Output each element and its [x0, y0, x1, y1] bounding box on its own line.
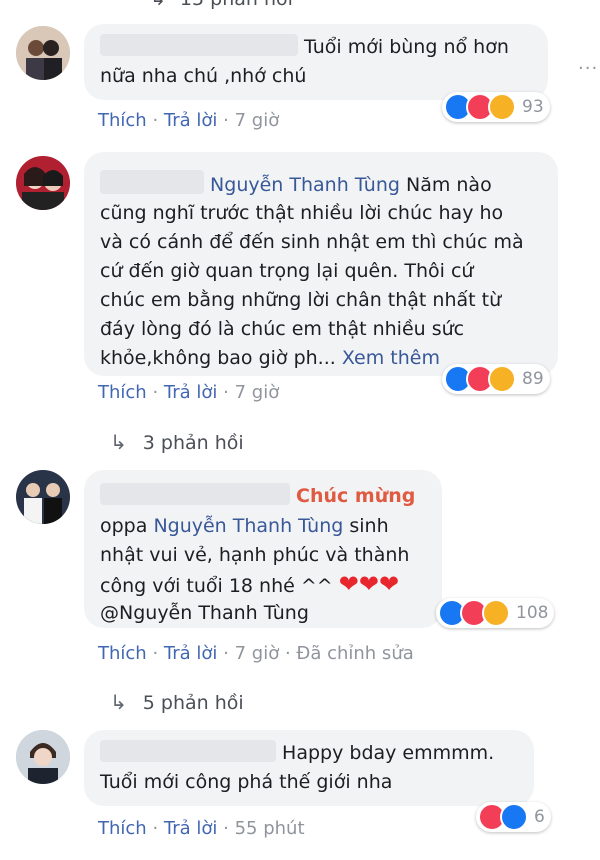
comment-bubble: Tuổi mới bùng nổ hơn nữa nha chú ,nhớ ch…	[84, 24, 548, 100]
more-options-icon[interactable]: ···	[578, 58, 598, 79]
haha-reaction-icon	[488, 93, 516, 121]
comment-actions: Thích · Trả lời · 55 phút	[98, 818, 305, 839]
see-more-link[interactable]: Xem thêm	[342, 347, 440, 369]
comment-actions: Thích · Trả lời · 7 giờ	[98, 382, 280, 403]
reply-arrow-icon: ↳	[110, 430, 127, 454]
previous-replies-link[interactable]: ↳15 phản hồi	[150, 0, 293, 10]
reply-arrow-icon: ↳	[150, 0, 166, 10]
reactions-summary[interactable]: 108	[436, 598, 555, 628]
reply-link[interactable]: Trả lời	[164, 643, 218, 664]
comment-actions: Thích · Trả lời · 7 giờ · Đã chỉnh sửa	[98, 643, 414, 664]
reply-arrow-icon: ↳	[110, 690, 127, 714]
like-link[interactable]: Thích	[98, 818, 147, 839]
timestamp[interactable]: 55 phút	[235, 818, 305, 839]
comment-bubble: Nguyễn Thanh Tùng Năm nào cũng nghĩ trướ…	[84, 152, 558, 376]
like-link[interactable]: Thích	[98, 643, 147, 664]
edited-label[interactable]: Đã chỉnh sửa	[296, 643, 413, 664]
reactions-summary[interactable]: 93	[442, 92, 550, 122]
mention-link[interactable]: Nguyễn Thanh Tùng	[153, 515, 343, 537]
mention-link[interactable]: Nguyễn Thanh Tùng	[210, 174, 400, 196]
like-link[interactable]: Thích	[98, 382, 147, 403]
like-link[interactable]: Thích	[98, 110, 147, 131]
reactions-summary[interactable]: 89	[442, 364, 550, 394]
redacted-name	[100, 483, 290, 505]
timestamp[interactable]: 7 giờ	[235, 643, 280, 664]
view-replies-link[interactable]: ↳ 3 phản hồi	[110, 430, 244, 454]
heart-emoji-icon: ❤❤❤	[338, 570, 400, 598]
avatar[interactable]	[16, 470, 70, 524]
reply-link[interactable]: Trả lời	[164, 110, 218, 131]
timestamp[interactable]: 7 giờ	[235, 110, 280, 131]
haha-reaction-icon	[482, 599, 510, 627]
reactions-summary[interactable]: 6	[476, 802, 551, 832]
like-reaction-icon	[500, 803, 528, 831]
reply-link[interactable]: Trả lời	[164, 382, 218, 403]
view-replies-link[interactable]: ↳ 5 phản hồi	[110, 690, 244, 714]
comment-actions: Thích · Trả lời · 7 giờ	[98, 110, 280, 131]
avatar[interactable]	[16, 26, 70, 80]
comment-bubble: Happy bday emmmm. Tuổi mới công phá thế …	[84, 730, 534, 806]
redacted-name	[100, 34, 298, 56]
avatar[interactable]	[16, 730, 70, 784]
haha-reaction-icon	[488, 365, 516, 393]
avatar[interactable]	[16, 156, 70, 210]
redacted-name	[100, 740, 276, 762]
comment-bubble: Chúc mừng oppa Nguyễn Thanh Tùng sinh nh…	[84, 470, 442, 628]
redacted-name	[100, 170, 204, 194]
timestamp[interactable]: 7 giờ	[235, 382, 280, 403]
reply-link[interactable]: Trả lời	[164, 818, 218, 839]
celebration-badge: Chúc mừng	[296, 485, 416, 507]
